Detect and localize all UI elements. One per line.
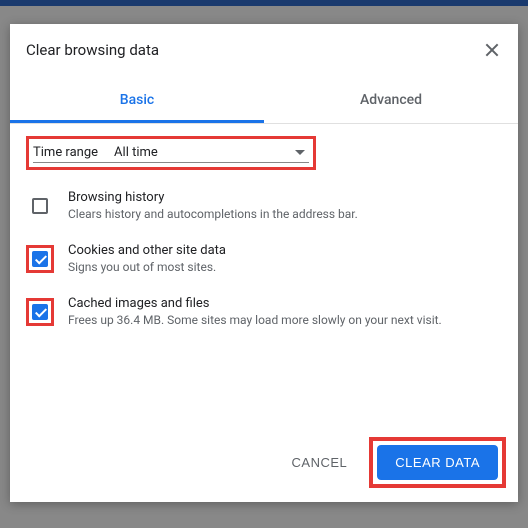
cancel-button[interactable]: CANCEL — [278, 447, 362, 478]
tab-basic[interactable]: Basic — [10, 80, 264, 123]
option-text: Browsing history Clears history and auto… — [68, 190, 502, 221]
tabs: Basic Advanced — [10, 80, 518, 124]
option-title: Cookies and other site data — [68, 243, 502, 258]
option-title: Browsing history — [68, 190, 502, 205]
checkbox-browsing-history[interactable] — [32, 198, 48, 214]
tab-advanced[interactable]: Advanced — [264, 80, 518, 123]
time-range-label: Time range — [33, 145, 98, 160]
dialog-title: Clear browsing data — [26, 41, 482, 59]
option-desc: Frees up 36.4 MB. Some sites may load mo… — [68, 313, 502, 327]
dialog-footer: CANCEL CLEAR DATA — [10, 425, 518, 502]
option-desc: Clears history and autocompletions in th… — [68, 207, 502, 221]
clear-browsing-data-dialog: Clear browsing data Basic Advanced Time … — [10, 24, 518, 502]
time-range-value: All time — [114, 145, 158, 160]
checkbox-cookies[interactable] — [32, 251, 48, 267]
time-range-highlight: Time range All time — [26, 136, 316, 170]
checkbox-highlight — [26, 245, 54, 273]
option-text: Cookies and other site data Signs you ou… — [68, 243, 502, 274]
option-title: Cached images and files — [68, 296, 502, 311]
clear-data-button[interactable]: CLEAR DATA — [377, 445, 498, 480]
checkbox-wrap — [26, 192, 54, 220]
option-text: Cached images and files Frees up 36.4 MB… — [68, 296, 502, 327]
option-cached: Cached images and files Frees up 36.4 MB… — [26, 296, 502, 327]
clear-button-highlight: CLEAR DATA — [369, 437, 506, 488]
checkbox-highlight — [26, 298, 54, 326]
close-icon[interactable] — [482, 40, 502, 60]
time-range-row: Time range All time — [33, 143, 309, 163]
dialog-content: Time range All time Browsing history Cle… — [10, 124, 518, 425]
checkbox-cached[interactable] — [32, 304, 48, 320]
option-browsing-history: Browsing history Clears history and auto… — [26, 190, 502, 221]
option-cookies: Cookies and other site data Signs you ou… — [26, 243, 502, 274]
time-range-select[interactable]: All time — [114, 145, 309, 160]
chevron-down-icon — [295, 150, 305, 155]
option-desc: Signs you out of most sites. — [68, 260, 502, 274]
dialog-header: Clear browsing data — [10, 24, 518, 68]
